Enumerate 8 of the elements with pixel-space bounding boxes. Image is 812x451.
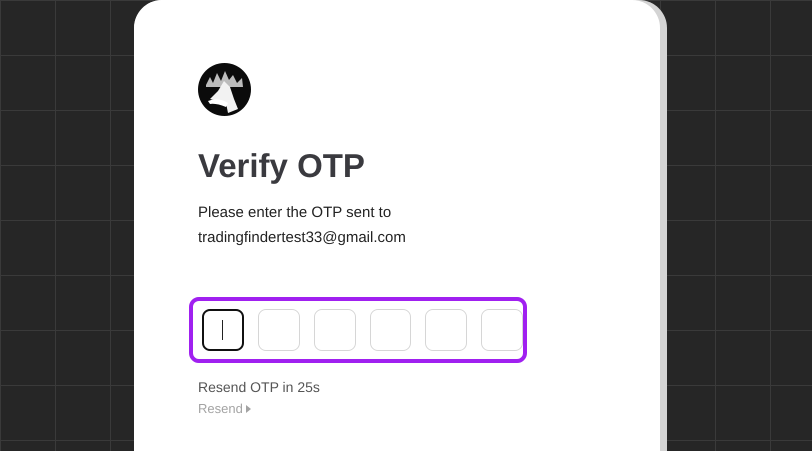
page-title: Verify OTP	[198, 146, 366, 186]
otp-digit-field[interactable]	[202, 309, 244, 351]
instruction-text: Please enter the OTP sent to	[198, 203, 392, 223]
triangle-right-icon	[246, 405, 251, 413]
text-cursor	[222, 320, 224, 340]
wolf-logo-icon	[198, 63, 251, 116]
email-address: tradingfindertest33@gmail.com	[198, 228, 407, 248]
resend-countdown: Resend OTP in 25s	[198, 378, 321, 397]
